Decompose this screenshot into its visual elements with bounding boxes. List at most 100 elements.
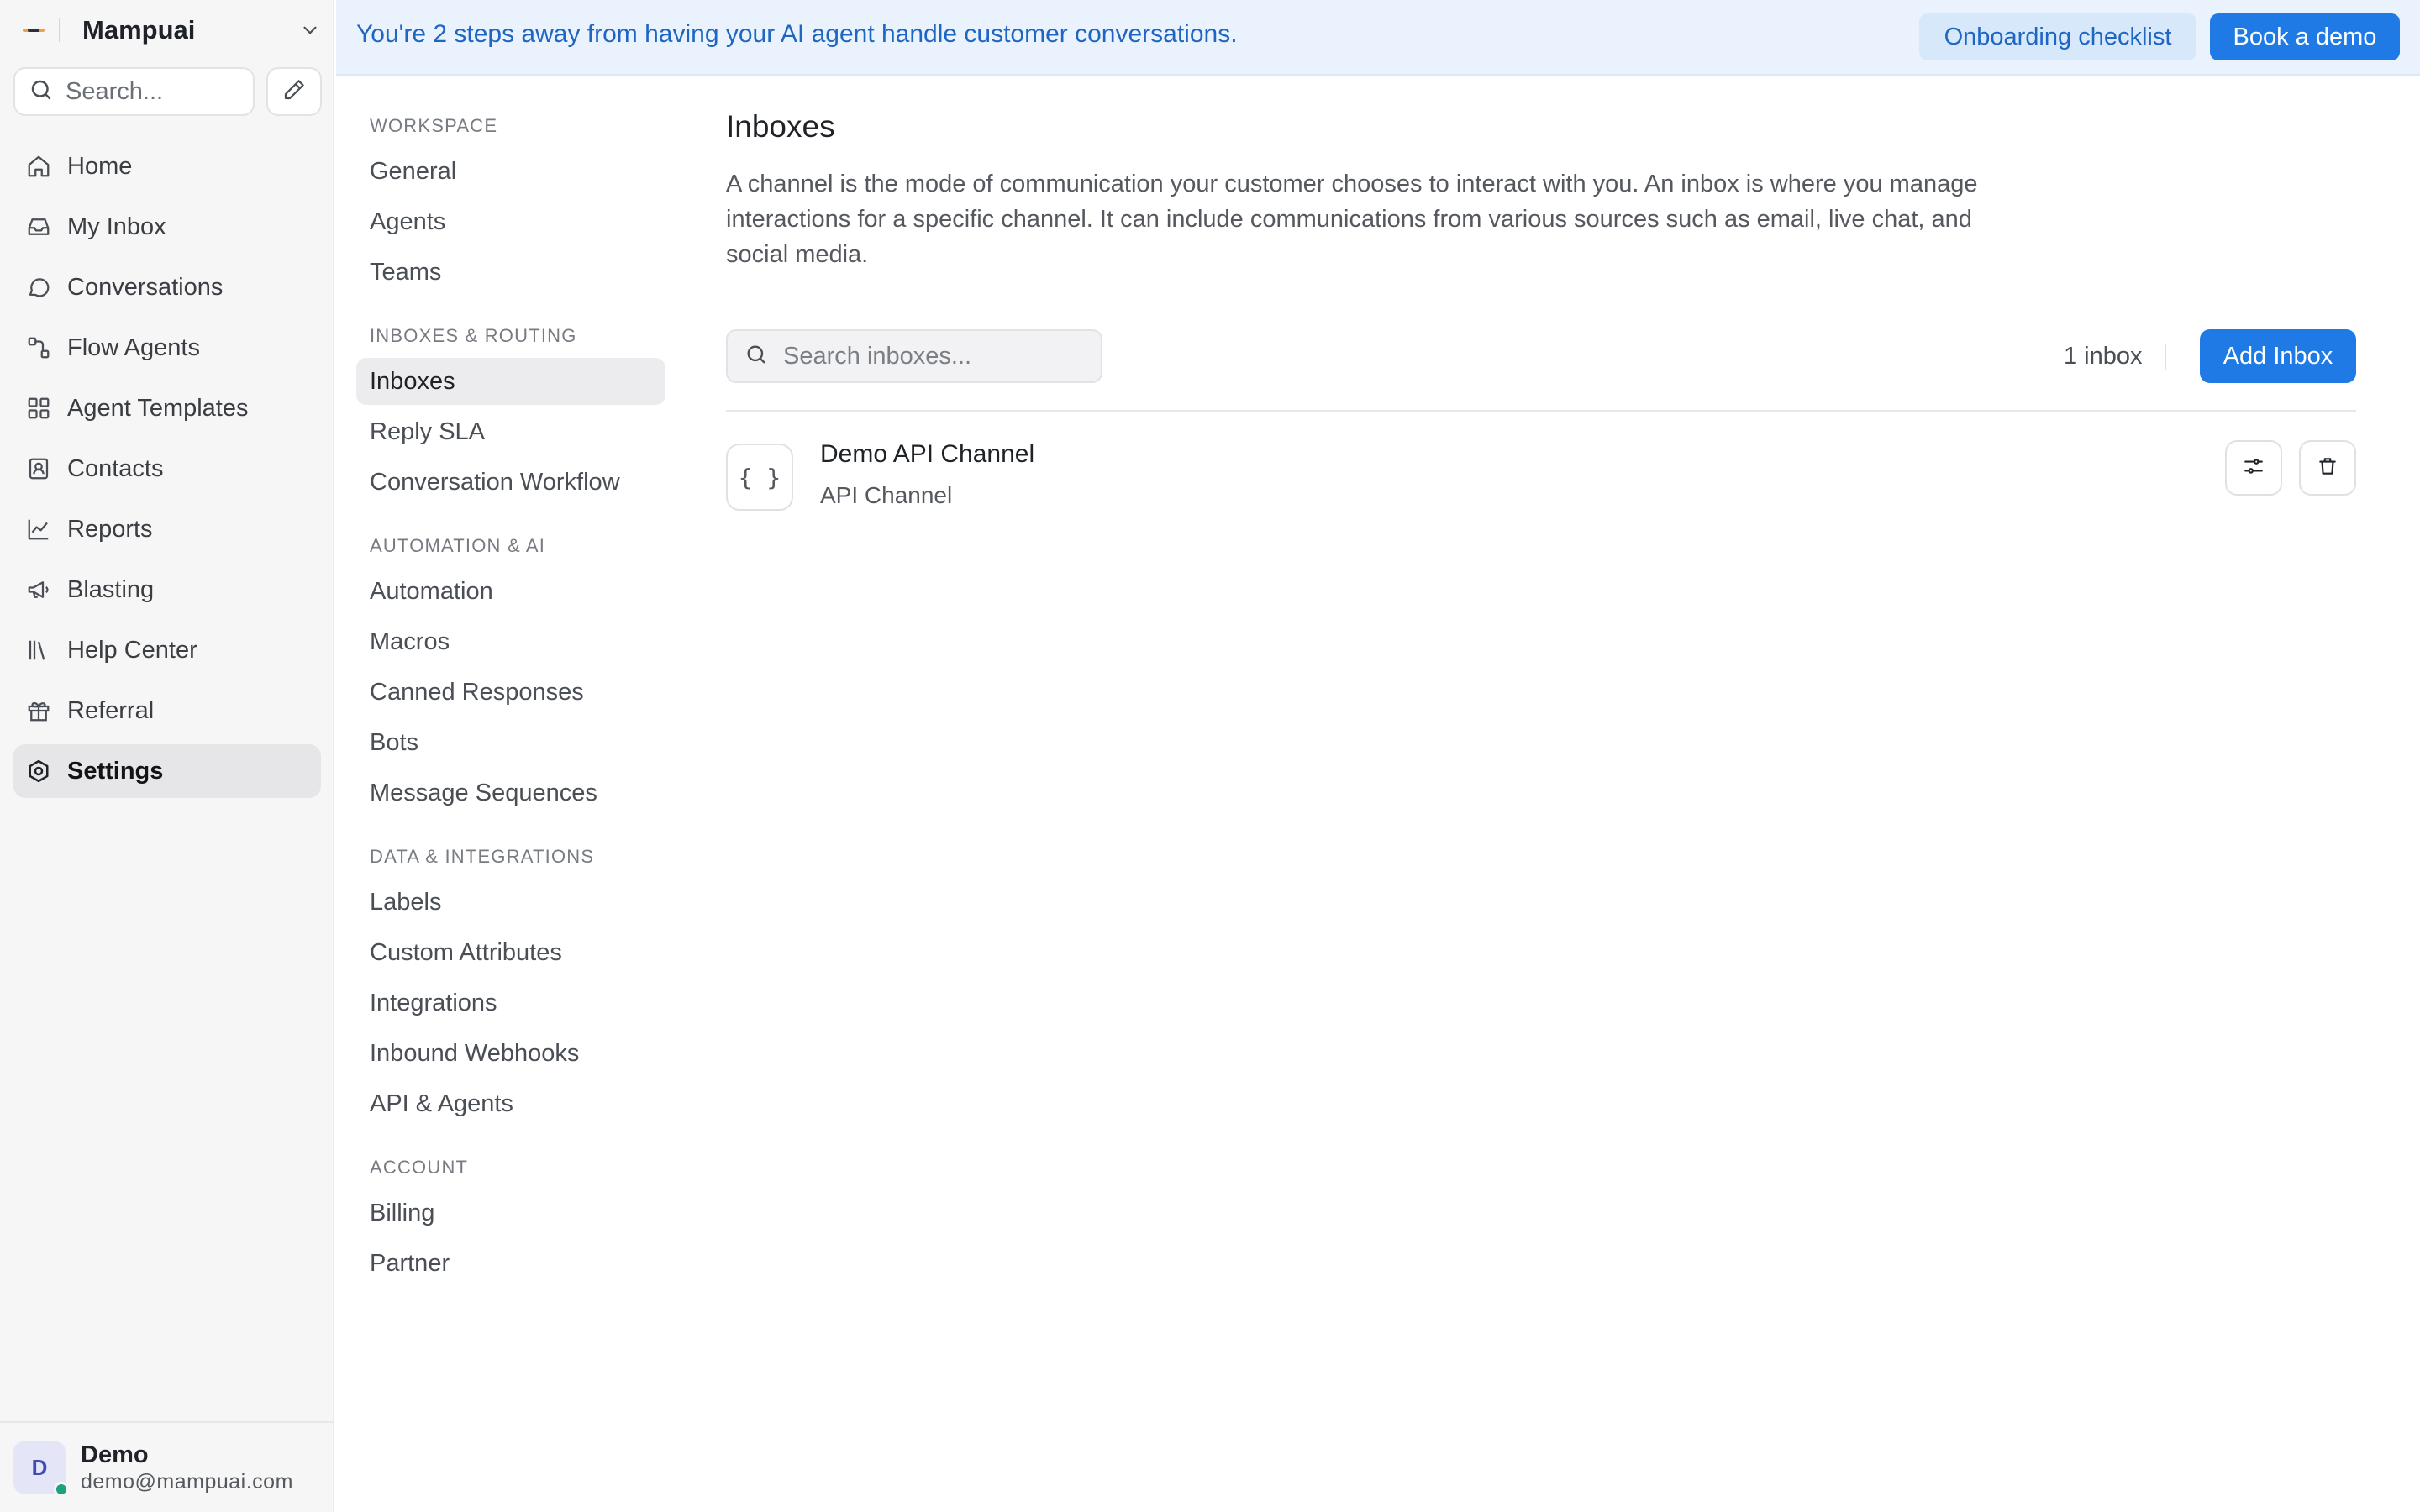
settings-item-api-agents[interactable]: API & Agents xyxy=(356,1080,666,1127)
inbox-count: 1 inbox xyxy=(2064,343,2143,370)
app-root: Mampuai Search... Home My Inbox Conversa… xyxy=(0,0,2420,1512)
chevron-down-icon[interactable] xyxy=(297,18,323,43)
inbox-settings-button[interactable] xyxy=(2225,440,2282,496)
inbox-name: Demo API Channel xyxy=(820,440,1035,468)
home-icon xyxy=(24,151,54,181)
nav-label: Home xyxy=(67,152,133,180)
settings-item-inbound-webhooks[interactable]: Inbound Webhooks xyxy=(356,1030,666,1077)
settings-item-automation[interactable]: Automation xyxy=(356,568,666,615)
settings-item-message-sequences[interactable]: Message Sequences xyxy=(356,769,666,816)
page-title: Inboxes xyxy=(726,109,835,144)
nav-item-help-center[interactable]: Help Center xyxy=(13,623,321,677)
inbox-list-item[interactable]: { } Demo API Channel API Channel xyxy=(726,440,2356,521)
contact-card-icon xyxy=(24,454,54,484)
inbox-delete-button[interactable] xyxy=(2299,440,2356,496)
api-channel-icon: { } xyxy=(726,444,793,511)
online-status-dot xyxy=(54,1482,69,1497)
workspace-switcher[interactable]: Mampuai xyxy=(20,12,323,49)
nav-item-flow-agents[interactable]: Flow Agents xyxy=(13,321,321,375)
divider xyxy=(726,410,2356,412)
primary-nav: Home My Inbox Conversations Flow Agents … xyxy=(13,139,321,805)
settings-menu-section: WORKSPACE General Agents Teams xyxy=(356,111,666,296)
sidebar: Mampuai Search... Home My Inbox Conversa… xyxy=(0,0,334,1512)
settings-item-labels[interactable]: Labels xyxy=(356,879,666,926)
nav-item-blasting[interactable]: Blasting xyxy=(13,563,321,617)
settings-item-agents[interactable]: Agents xyxy=(356,198,666,245)
flow-icon xyxy=(24,333,54,363)
settings-item-macros[interactable]: Macros xyxy=(356,618,666,665)
avatar: D xyxy=(13,1441,69,1497)
banner-message: You're 2 steps away from having your AI … xyxy=(356,20,1238,48)
nav-label: Help Center xyxy=(67,636,197,664)
search-icon xyxy=(29,77,54,107)
sidebar-search[interactable]: Search... xyxy=(13,67,255,116)
onboarding-checklist-button[interactable]: Onboarding checklist xyxy=(1919,13,2196,60)
settings-item-teams[interactable]: Teams xyxy=(356,249,666,296)
nav-item-reports[interactable]: Reports xyxy=(13,502,321,556)
nav-label: Settings xyxy=(67,757,164,785)
settings-item-reply-sla[interactable]: Reply SLA xyxy=(356,408,666,455)
settings-item-billing[interactable]: Billing xyxy=(356,1189,666,1236)
settings-section-title: DATA & INTEGRATIONS xyxy=(370,846,595,867)
nav-label: Flow Agents xyxy=(67,333,200,361)
nav-label: Agent Templates xyxy=(67,394,249,422)
trash-icon xyxy=(2317,455,2338,481)
megaphone-icon xyxy=(24,575,54,605)
nav-item-referral[interactable]: Referral xyxy=(13,684,321,738)
nav-label: Reports xyxy=(67,515,153,543)
inbox-search-placeholder: Search inboxes... xyxy=(783,342,972,370)
search-icon xyxy=(744,343,768,370)
inbox-icon xyxy=(24,212,54,242)
settings-item-conversation-workflow[interactable]: Conversation Workflow xyxy=(356,459,666,506)
pencil-icon xyxy=(281,77,307,107)
nav-item-my-inbox[interactable]: My Inbox xyxy=(13,200,321,254)
settings-icon xyxy=(24,756,54,786)
settings-section-title: INBOXES & ROUTING xyxy=(370,325,577,346)
inbox-channel-type: API Channel xyxy=(820,482,953,508)
brand-logo-icon xyxy=(20,17,47,44)
gift-icon xyxy=(24,696,54,726)
user-name: Demo xyxy=(81,1441,149,1468)
compose-button[interactable] xyxy=(266,67,322,116)
settings-item-integrations[interactable]: Integrations xyxy=(356,979,666,1026)
settings-section-title: AUTOMATION & AI xyxy=(370,535,546,556)
library-icon xyxy=(24,635,54,665)
nav-label: Referral xyxy=(67,696,155,724)
nav-item-home[interactable]: Home xyxy=(13,139,321,193)
nav-label: Blasting xyxy=(67,575,155,603)
settings-menu-section: DATA & INTEGRATIONS Labels Custom Attribut… xyxy=(356,842,666,1127)
nav-item-settings[interactable]: Settings xyxy=(13,744,321,798)
settings-menu: WORKSPACE General Agents Teams INBOXES & ROU… xyxy=(356,77,666,1290)
user-profile[interactable]: D Demo demo@mampuai.com xyxy=(0,1421,334,1512)
nav-item-agent-templates[interactable]: Agent Templates xyxy=(13,381,321,435)
settings-menu-section: INBOXES & ROUTING Inboxes Reply SLA Convers… xyxy=(356,321,666,506)
settings-menu-section: ACCOUNT Billing Partner xyxy=(356,1152,666,1287)
book-demo-button[interactable]: Book a demo xyxy=(2210,13,2400,60)
chat-bubble-icon xyxy=(24,272,54,302)
settings-item-custom-attributes[interactable]: Custom Attributes xyxy=(356,929,666,976)
sliders-icon xyxy=(2243,455,2265,481)
nav-label: My Inbox xyxy=(67,213,166,240)
settings-item-canned-responses[interactable]: Canned Responses xyxy=(356,669,666,716)
avatar-initial: D xyxy=(31,1454,48,1480)
grid-icon xyxy=(24,393,54,423)
settings-menu-section: AUTOMATION & AI Automation Macros Canned Re… xyxy=(356,531,666,816)
page-description: A channel is the mode of communication y… xyxy=(726,171,1978,268)
settings-item-bots[interactable]: Bots xyxy=(356,719,666,766)
chart-line-icon xyxy=(24,514,54,544)
settings-item-general[interactable]: General xyxy=(356,148,666,195)
settings-item-partner[interactable]: Partner xyxy=(356,1240,666,1287)
nav-label: Conversations xyxy=(67,273,224,301)
user-email: demo@mampuai.com xyxy=(81,1470,293,1494)
nav-item-conversations[interactable]: Conversations xyxy=(13,260,321,314)
settings-item-inboxes[interactable]: Inboxes xyxy=(356,358,666,405)
divider xyxy=(2165,344,2166,370)
user-info: Demo demo@mampuai.com xyxy=(81,1441,293,1494)
add-inbox-button[interactable]: Add Inbox xyxy=(2200,329,2356,383)
settings-section-title: ACCOUNT xyxy=(370,1157,469,1178)
onboarding-banner: You're 2 steps away from having your AI … xyxy=(336,0,2420,76)
workspace-name: Mampuai xyxy=(82,15,196,45)
inbox-search-input[interactable]: Search inboxes... xyxy=(726,329,1102,383)
brand-separator xyxy=(59,18,60,42)
nav-item-contacts[interactable]: Contacts xyxy=(13,442,321,496)
